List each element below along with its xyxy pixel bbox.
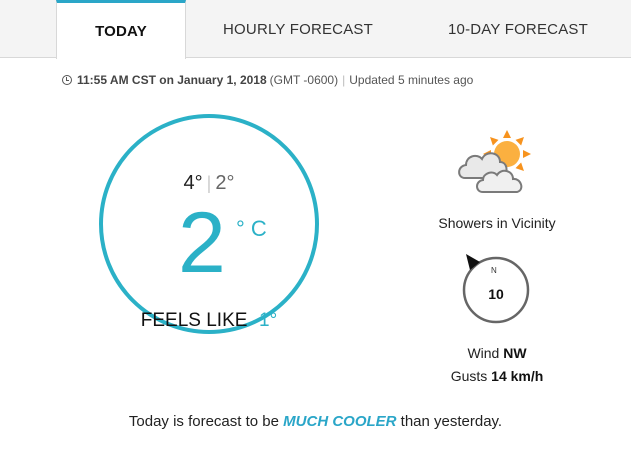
clock-icon bbox=[62, 75, 72, 85]
wind-direction-value: NW bbox=[503, 345, 527, 361]
high-temp: 4° bbox=[183, 172, 203, 194]
low-temp: 2° bbox=[215, 172, 235, 194]
wind-direction: Wind NW bbox=[430, 345, 564, 361]
tab-10-day-forecast[interactable]: 10-DAY FORECAST bbox=[420, 0, 616, 58]
observation-time: 11:55 AM CST on January 1, 2018 bbox=[77, 73, 267, 87]
timestamp-separator: | bbox=[342, 73, 346, 87]
feels-like-label: FEELS LIKE bbox=[140, 310, 248, 331]
summary-prefix: Today is forecast to be bbox=[128, 413, 279, 430]
forecast-tabbar: TODAY HOURLY FORECAST 10-DAY FORECAST bbox=[0, 0, 631, 59]
tab-today[interactable]: TODAY bbox=[56, 0, 186, 59]
summary-emphasis: MUCH COOLER bbox=[283, 413, 397, 430]
forecast-summary: Today is forecast to be MUCH COOLER than… bbox=[0, 413, 631, 430]
gmt-offset: (GMT -0600) bbox=[269, 73, 339, 87]
summary-suffix: than yesterday. bbox=[400, 413, 503, 430]
wind-speed: 10 bbox=[488, 286, 504, 302]
gusts-label: Gusts bbox=[450, 368, 488, 384]
updated-text: Updated 5 minutes ago bbox=[349, 73, 474, 87]
tab-hourly-forecast[interactable]: HOURLY FORECAST bbox=[200, 0, 396, 58]
high-low-temps: 4° | 2° bbox=[0, 172, 418, 195]
feels-like: FEELS LIKE -1° bbox=[0, 310, 418, 332]
condition-label: Showers in Vicinity bbox=[438, 215, 556, 231]
wind-label: Wind bbox=[467, 345, 500, 361]
compass-north-label: N bbox=[491, 266, 497, 275]
observation-timestamp: 11:55 AM CST on January 1, 2018 (GMT -06… bbox=[62, 73, 473, 87]
temperature-unit: ° C bbox=[236, 216, 267, 241]
wind-gusts: Gusts 14 km/h bbox=[430, 368, 564, 384]
feels-like-value: -1° bbox=[252, 310, 278, 331]
high-low-divider: | bbox=[206, 173, 212, 193]
gusts-value: 14 km/h bbox=[491, 368, 544, 384]
partly-cloudy-showers-icon bbox=[458, 130, 531, 193]
current-temperature: 2 bbox=[178, 195, 226, 291]
